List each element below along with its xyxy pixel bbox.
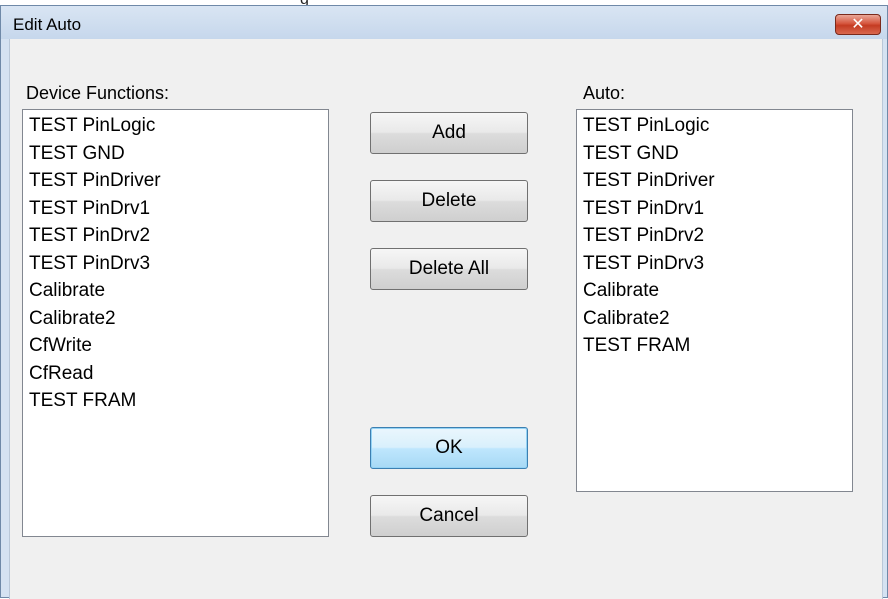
auto-label: Auto: [583,83,626,103]
close-icon: ✕ [851,16,865,33]
list-item[interactable]: TEST GND [583,140,852,168]
list-item[interactable]: TEST FRAM [29,387,328,415]
list-item[interactable]: TEST GND [29,140,328,168]
list-item[interactable]: CfRead [29,360,328,388]
delete-all-button[interactable]: Delete All [370,248,528,290]
auto-listbox[interactable]: TEST PinLogic TEST GND TEST PinDriver TEST … [576,109,853,492]
list-item[interactable]: TEST PinDrv2 [29,222,328,250]
list-item[interactable]: TEST PinDriver [583,167,852,195]
close-button[interactable]: ✕ [835,14,881,35]
dialog-client-area: Device Functions: TEST PinLogic TEST GND T… [9,39,883,599]
list-item[interactable]: TEST PinDrv1 [29,195,328,223]
list-item[interactable]: Calibrate [583,277,852,305]
device-functions-label: Device Functions: [26,83,170,103]
list-item[interactable]: TEST FRAM [583,332,852,360]
add-button[interactable]: Add [370,112,528,154]
dialog-title: Edit Auto [13,15,82,34]
list-item[interactable]: TEST PinDriver [29,167,328,195]
list-item[interactable]: TEST PinDrv2 [583,222,852,250]
edit-auto-dialog: Edit Auto ✕ Device Functions: TEST PinLo… [0,5,888,599]
ok-button[interactable]: OK [370,427,528,469]
list-item[interactable]: Calibrate2 [29,305,328,333]
list-item[interactable]: Calibrate [29,277,328,305]
list-item[interactable]: CfWrite [29,332,328,360]
list-item[interactable]: TEST PinDrv3 [583,250,852,278]
list-item[interactable]: TEST PinDrv1 [583,195,852,223]
title-bar: Edit Auto ✕ [1,6,887,39]
list-item[interactable]: Calibrate2 [583,305,852,333]
delete-button[interactable]: Delete [370,180,528,222]
list-item[interactable]: TEST PinLogic [29,112,328,140]
list-item[interactable]: TEST PinDrv3 [29,250,328,278]
cancel-button[interactable]: Cancel [370,495,528,537]
list-item[interactable]: TEST PinLogic [583,112,852,140]
device-functions-listbox[interactable]: TEST PinLogic TEST GND TEST PinDriver TEST … [22,109,329,537]
